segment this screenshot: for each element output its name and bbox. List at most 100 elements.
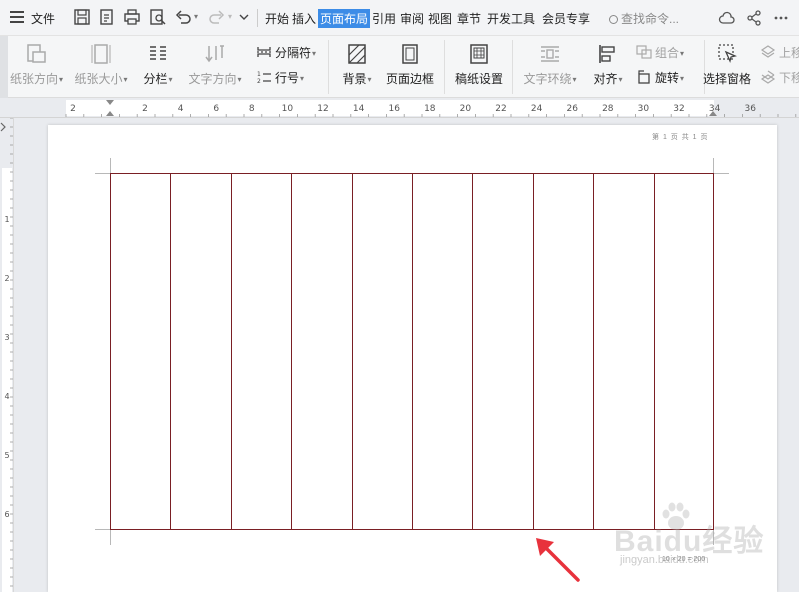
send-backward-button[interactable]: 下移: [760, 69, 799, 86]
undo-icon[interactable]: [174, 8, 192, 26]
file-menu[interactable]: 文件: [31, 10, 55, 27]
ruler-number: 1: [4, 215, 9, 224]
tab-view[interactable]: 视图: [428, 10, 452, 27]
tab-membership[interactable]: 会员专享: [542, 10, 590, 27]
tab-references[interactable]: 引用: [372, 10, 396, 27]
watermark-url: jingyan.baidu.com: [620, 554, 709, 566]
command-search[interactable]: 查找命令...: [609, 10, 679, 27]
text-wrap-icon: [538, 42, 562, 66]
wps-writer-window: 文件 ▾ ▾ 开始 插入 页面布局 引用 审阅 视图 章节 开发工具 会员专享 …: [0, 0, 799, 592]
ruler-number: 24: [531, 104, 543, 114]
print-preview-icon[interactable]: [149, 8, 167, 26]
crop-mark: [95, 529, 110, 530]
crop-mark: [713, 158, 714, 173]
ruler-number: 2: [70, 104, 76, 114]
group-icon: [636, 45, 652, 59]
text-direction-icon: [203, 42, 227, 66]
columns-icon: [146, 42, 170, 66]
ruler-number: 2: [142, 104, 148, 114]
export-pdf-icon[interactable]: [98, 8, 116, 26]
customize-toolbar-icon[interactable]: [235, 8, 253, 26]
tab-chapter[interactable]: 章节: [457, 10, 481, 27]
columns-button[interactable]: 分栏▾: [140, 42, 176, 87]
ruler-number: 36: [744, 104, 756, 114]
redo-icon: [208, 8, 226, 26]
page-break-icon: [256, 45, 272, 59]
manuscript-grid[interactable]: [110, 173, 714, 530]
ribbon-divider: [444, 40, 445, 94]
svg-text:2: 2: [257, 78, 261, 84]
ruler-number: 26: [566, 104, 578, 114]
ruler-number: 18: [424, 104, 436, 114]
ruler-number: 3: [4, 333, 9, 342]
tab-insert[interactable]: 插入: [292, 10, 316, 27]
ruler-number: 10: [282, 104, 294, 114]
menu-bar: 文件 ▾ ▾ 开始 插入 页面布局 引用 审阅 视图 章节 开发工具 会员专享 …: [0, 0, 799, 36]
ruler-number: 30: [638, 104, 650, 114]
ribbon-divider: [512, 40, 513, 94]
svg-text:1: 1: [257, 71, 261, 78]
rotate-button[interactable]: 旋转▾: [636, 69, 684, 86]
page-header-text: 第 1 页 共 1 页: [652, 134, 709, 141]
crop-mark: [95, 173, 110, 174]
toolbar-divider: [257, 9, 258, 27]
vertical-ruler[interactable]: 1 2 3 4 5 6: [0, 118, 14, 592]
paper-size-button[interactable]: 纸张大小▾: [72, 42, 130, 87]
text-wrap-button[interactable]: 文字环绕▾: [520, 42, 580, 87]
background-icon: [345, 42, 369, 66]
line-number-icon: 12: [256, 70, 272, 85]
ruler-number: 8: [249, 104, 255, 114]
undo-dropdown-icon[interactable]: ▾: [194, 12, 198, 21]
ruler-number: 22: [495, 104, 506, 114]
ruler-number: 4: [4, 392, 9, 401]
manuscript-settings-button[interactable]: 稿纸设置: [452, 42, 506, 87]
paper-orientation-icon: [24, 42, 48, 66]
crop-mark: [110, 530, 111, 545]
ruler-number: 12: [317, 104, 328, 114]
manuscript-grid-icon: [467, 42, 491, 66]
crop-mark: [110, 158, 111, 173]
separator-button[interactable]: 分隔符▾: [256, 44, 316, 61]
selection-pane-button[interactable]: 选择窗格: [700, 42, 754, 87]
ruler-number: 4: [178, 104, 184, 114]
selection-pane-icon: [715, 42, 739, 66]
tab-page-layout[interactable]: 页面布局: [318, 9, 371, 28]
more-icon[interactable]: [772, 9, 790, 27]
rotate-icon: [636, 70, 652, 84]
tab-home[interactable]: 开始: [265, 10, 289, 27]
align-button[interactable]: 对齐▾: [588, 42, 628, 87]
cloud-sync-icon[interactable]: [718, 9, 736, 27]
tab-review[interactable]: 审阅: [400, 10, 424, 27]
crop-mark: [714, 173, 729, 174]
ruler-number: 2: [4, 274, 9, 283]
align-icon: [596, 42, 620, 66]
ruler-number: 5: [4, 451, 9, 460]
ribbon-collapse-handle[interactable]: [0, 36, 8, 98]
ribbon-divider: [328, 40, 329, 94]
ruler-number: 32: [673, 104, 684, 114]
red-arrow-annotation: [528, 530, 584, 586]
ruler-page-area: [2, 168, 12, 592]
ruler-number: 16: [388, 104, 400, 114]
page-layout-ribbon: 纸张方向▾ 纸张大小▾ 分栏▾ 文字方向▾ 分隔符▾ 1 2 行号▾ 背景▾ 页面边…: [0, 36, 799, 98]
search-icon: [609, 15, 618, 24]
page-border-button[interactable]: 页面边框: [384, 42, 436, 87]
line-number-button[interactable]: 1 2 行号▾: [256, 69, 304, 86]
paper-orientation-button[interactable]: 纸张方向▾: [10, 42, 63, 87]
print-icon[interactable]: [123, 8, 141, 26]
horizontal-ruler[interactable]: 2 2 4 6 8 10 12 14 16 18 20 22 24 26 28 30 32 34 36: [0, 98, 799, 118]
share-icon[interactable]: [745, 9, 763, 27]
ruler-number: 34: [709, 104, 721, 114]
baidu-watermark: Baidu经验 jingyan.baidu.com: [590, 502, 790, 572]
group-button[interactable]: 组合▾: [636, 44, 684, 61]
text-direction-button[interactable]: 文字方向▾: [186, 42, 244, 87]
bring-forward-button[interactable]: 上移: [760, 44, 799, 61]
save-icon[interactable]: [73, 8, 91, 26]
ruler-number: 28: [602, 104, 614, 114]
vertical-ruler-scale: 1 2 3 4 5 6: [0, 118, 13, 592]
ruler-scale: 2 2 4 6 8 10 12 14 16 18 20 22 24 26 28 30 32 34 36: [65, 100, 797, 117]
tab-developer[interactable]: 开发工具: [487, 10, 535, 27]
ruler-number: 6: [4, 510, 9, 519]
background-button[interactable]: 背景▾: [337, 42, 377, 87]
menu-icon[interactable]: [10, 11, 24, 23]
